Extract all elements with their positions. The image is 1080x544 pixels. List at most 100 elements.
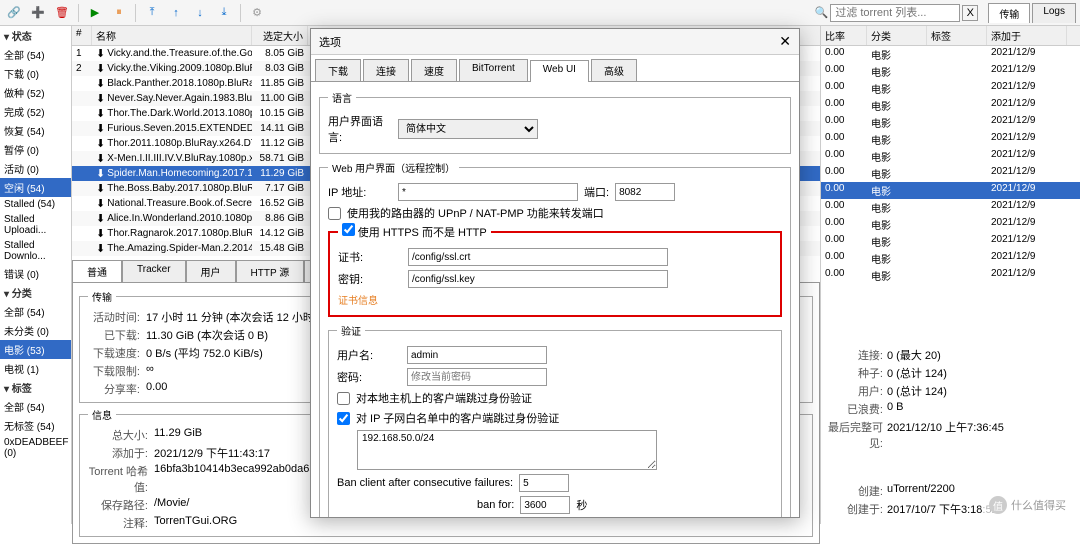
table-row[interactable]: 0.00电影2021/12/9 (821, 63, 1080, 80)
port-input[interactable] (615, 183, 675, 201)
stat-label: 最后完整可见: (827, 419, 883, 451)
options-tab[interactable]: 高级 (591, 59, 637, 81)
table-row[interactable]: 0.00电影2021/12/9 (821, 250, 1080, 267)
password-input[interactable] (407, 368, 547, 386)
detail-label: 下载限制: (88, 363, 140, 379)
status-filter-item[interactable]: 暂停 (0) (0, 140, 71, 159)
status-filter-item[interactable]: 完成 (52) (0, 102, 71, 121)
table-row[interactable]: 0.00电影2021/12/9 (821, 46, 1080, 63)
tag-section-header[interactable]: ▾ 标签 (0, 378, 71, 397)
tab-transfers[interactable]: 传输 (988, 3, 1030, 23)
clear-filter-button[interactable]: X (962, 5, 978, 21)
download-arrow-icon: ⬇ (96, 242, 105, 255)
key-input[interactable] (408, 270, 668, 288)
status-filter-item[interactable]: 做种 (52) (0, 83, 71, 102)
col-name[interactable]: 名称 (92, 26, 252, 45)
col-added[interactable]: 添加于 (987, 26, 1067, 45)
ip-label: IP 地址: (328, 184, 392, 200)
options-tab[interactable]: 速度 (411, 59, 457, 81)
options-tab[interactable]: 连接 (363, 59, 409, 81)
options-tab[interactable]: Web UI (530, 60, 589, 82)
delete-icon[interactable]: 🗑 (52, 3, 72, 23)
status-filter-item[interactable]: 全部 (54) (0, 45, 71, 64)
col-category[interactable]: 分类 (867, 26, 927, 45)
table-row[interactable]: 0.00电影2021/12/9 (821, 80, 1080, 97)
options-tab[interactable]: BitTorrent (459, 59, 528, 81)
language-select[interactable]: 简体中文 (398, 119, 538, 139)
status-filter-item[interactable]: Stalled (54) (0, 197, 71, 212)
download-arrow-icon: ⬇ (96, 107, 105, 120)
ban-count-input[interactable] (519, 474, 569, 492)
table-row[interactable]: 0.00电影2021/12/9 (821, 233, 1080, 250)
status-filter-item[interactable]: 空闲 (54) (0, 178, 71, 197)
stat-label: 用户: (827, 383, 883, 399)
tab-logs[interactable]: Logs (1032, 3, 1076, 23)
stat-label: 创建于: (827, 501, 883, 517)
move-bottom-icon[interactable]: ⤓ (214, 3, 234, 23)
download-arrow-icon: ⬇ (96, 212, 105, 225)
move-top-icon[interactable]: ⤒ (142, 3, 162, 23)
table-row[interactable]: 0.00电影2021/12/9 (821, 148, 1080, 165)
table-row[interactable]: 0.00电影2021/12/9 (821, 216, 1080, 233)
table-row[interactable]: 0.00电影2021/12/9 (821, 182, 1080, 199)
options-tab[interactable]: 下载 (315, 59, 361, 81)
tag-filter-item[interactable]: 全部 (54) (0, 397, 71, 416)
https-checkbox[interactable] (342, 223, 355, 236)
pause-icon[interactable]: ⏸ (109, 3, 129, 23)
table-row[interactable]: 0.00电影2021/12/9 (821, 97, 1080, 114)
bypass-local-checkbox[interactable] (337, 392, 350, 405)
add-file-icon[interactable]: ➕ (28, 3, 48, 23)
table-row[interactable]: 0.00电影2021/12/9 (821, 199, 1080, 216)
tag-filter-item[interactable]: 无标签 (54) (0, 416, 71, 435)
status-filter-item[interactable]: Stalled Uploadi... (0, 212, 71, 238)
ip-input[interactable] (398, 183, 578, 201)
move-up-icon[interactable]: ↑ (166, 3, 186, 23)
tag-filter-item[interactable]: 0xDEADBEEF (0) (0, 435, 71, 461)
language-label: 用户界面语言: (328, 113, 392, 145)
col-index[interactable]: # (72, 26, 92, 45)
category-filter-item[interactable]: 电影 (53) (0, 340, 71, 359)
status-filter-item[interactable]: 错误 (0) (0, 264, 71, 283)
status-filter-item[interactable]: Stalled Downlo... (0, 238, 71, 264)
cert-info-link[interactable]: 证书信息 (338, 292, 378, 307)
username-input[interactable] (407, 346, 547, 364)
ban-duration-input[interactable] (520, 496, 570, 514)
col-ratio[interactable]: 比率 (821, 26, 867, 45)
status-filter-item[interactable]: 恢复 (54) (0, 121, 71, 140)
detail-tab[interactable]: Tracker (122, 260, 186, 282)
status-filter-item[interactable]: 活动 (0) (0, 159, 71, 178)
category-filter-item[interactable]: 未分类 (0) (0, 321, 71, 340)
detail-tab[interactable]: 用户 (186, 260, 236, 282)
category-filter-item[interactable]: 全部 (54) (0, 302, 71, 321)
col-tag[interactable]: 标签 (927, 26, 987, 45)
category-filter-item[interactable]: 电视 (1) (0, 359, 71, 378)
filter-input[interactable] (830, 4, 960, 22)
table-row[interactable]: 0.00电影2021/12/9 (821, 267, 1080, 284)
detail-tab[interactable]: HTTP 源 (236, 260, 305, 282)
table-row[interactable]: 0.00电影2021/12/9 (821, 165, 1080, 182)
table-row[interactable]: 0.00电影2021/12/9 (821, 131, 1080, 148)
close-icon[interactable]: ✕ (779, 33, 791, 50)
cert-input[interactable] (408, 248, 668, 266)
add-link-icon[interactable]: 🔗 (4, 3, 24, 23)
bypass-subnet-checkbox[interactable] (337, 412, 350, 425)
upnp-checkbox[interactable] (328, 207, 341, 220)
status-section-header[interactable]: ▾ 状态 (0, 26, 71, 45)
detail-tab[interactable]: 普通 (72, 260, 122, 282)
detail-value: 16bfa3b10414b3eca992ab0da65155 (154, 463, 334, 495)
watermark-text: 什么值得买 (1011, 497, 1066, 513)
dialog-title: 选项 (319, 34, 341, 50)
settings-icon[interactable]: ⚙ (247, 3, 267, 23)
filter-sidebar: ▾ 状态 全部 (54)下载 (0)做种 (52)完成 (52)恢复 (54)暂… (0, 26, 72, 524)
start-icon[interactable]: ▶ (85, 3, 105, 23)
col-size[interactable]: 选定大小 (252, 26, 308, 45)
banfor-label: ban for: (477, 499, 514, 511)
subnet-textarea[interactable]: 192.168.50.0/24 (357, 430, 657, 470)
move-down-icon[interactable]: ↓ (190, 3, 210, 23)
bypass-subnet-label: 对 IP 子网白名单中的客户端跳过身份验证 (356, 410, 559, 426)
table-row[interactable]: 0.00电影2021/12/9 (821, 114, 1080, 131)
detail-label: 分享率: (88, 381, 140, 397)
status-filter-item[interactable]: 下载 (0) (0, 64, 71, 83)
category-section-header[interactable]: ▾ 分类 (0, 283, 71, 302)
download-arrow-icon: ⬇ (96, 62, 105, 75)
